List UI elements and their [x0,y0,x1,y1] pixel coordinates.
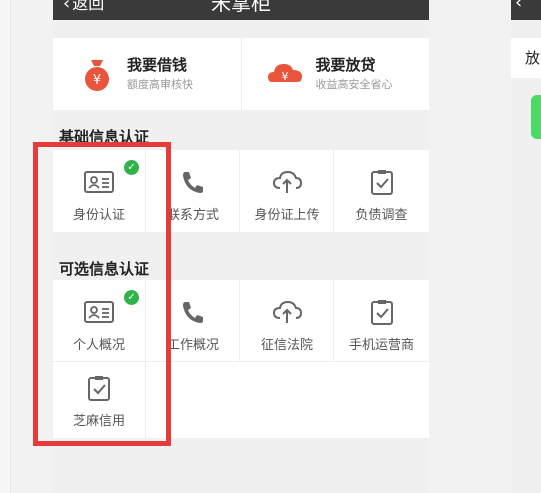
page-title: 米掌柜 [211,0,271,15]
cloud-upload-icon [272,300,303,323]
lend-card[interactable]: ¥ 我要放贷 收益高安全省心 [240,38,430,110]
right-green-button[interactable] [531,95,541,139]
optional-item-carrier[interactable]: 手机运营商 [335,280,428,362]
right-navbar: ‹ [511,0,541,20]
lend-subtitle: 收益高安全省心 [315,78,393,91]
lend-title: 我要放贷 [315,56,376,74]
money-bag-icon: ¥ [85,60,109,91]
basic-item-id-upload[interactable]: 身份证上传 [241,150,334,232]
chevron-left-icon[interactable]: ‹ [515,0,522,13]
optional-item-label: 手机运营商 [348,338,414,353]
optional-item-credit-court[interactable]: 征信法院 [241,280,334,362]
cloud-upload-icon [272,170,303,193]
right-row-text: 放 [511,38,541,78]
borrow-subtitle: 额度高审核快 [127,78,193,91]
phone-icon [183,302,203,323]
right-phone-screen: ‹ 放 [511,0,541,493]
basic-item-debt[interactable]: 负债调查 [335,150,428,232]
clipboard-check-icon [370,300,393,325]
borrow-title: 我要借钱 [127,56,188,74]
optional-item-label: 征信法院 [260,338,313,353]
hero-actions: ¥ 我要借钱 额度高审核快 ¥ 我要放贷 收益高安全省心 [53,38,429,110]
svg-text:¥: ¥ [281,70,288,83]
navbar: ‹ 返回 米掌柜 ••• [53,0,429,20]
clipboard-check-icon [370,170,393,195]
highlight-box [33,142,171,446]
cloud-yen-icon: ¥ [267,64,302,83]
left-edge-panel [0,0,11,493]
phone-icon [183,172,203,193]
more-button[interactable]: ••• [380,0,415,9]
basic-item-label: 负债调查 [355,208,408,223]
borrow-card[interactable]: ¥ 我要借钱 额度高审核快 [53,38,241,110]
svg-text:¥: ¥ [93,73,101,88]
basic-item-label: 身份证上传 [254,208,320,223]
